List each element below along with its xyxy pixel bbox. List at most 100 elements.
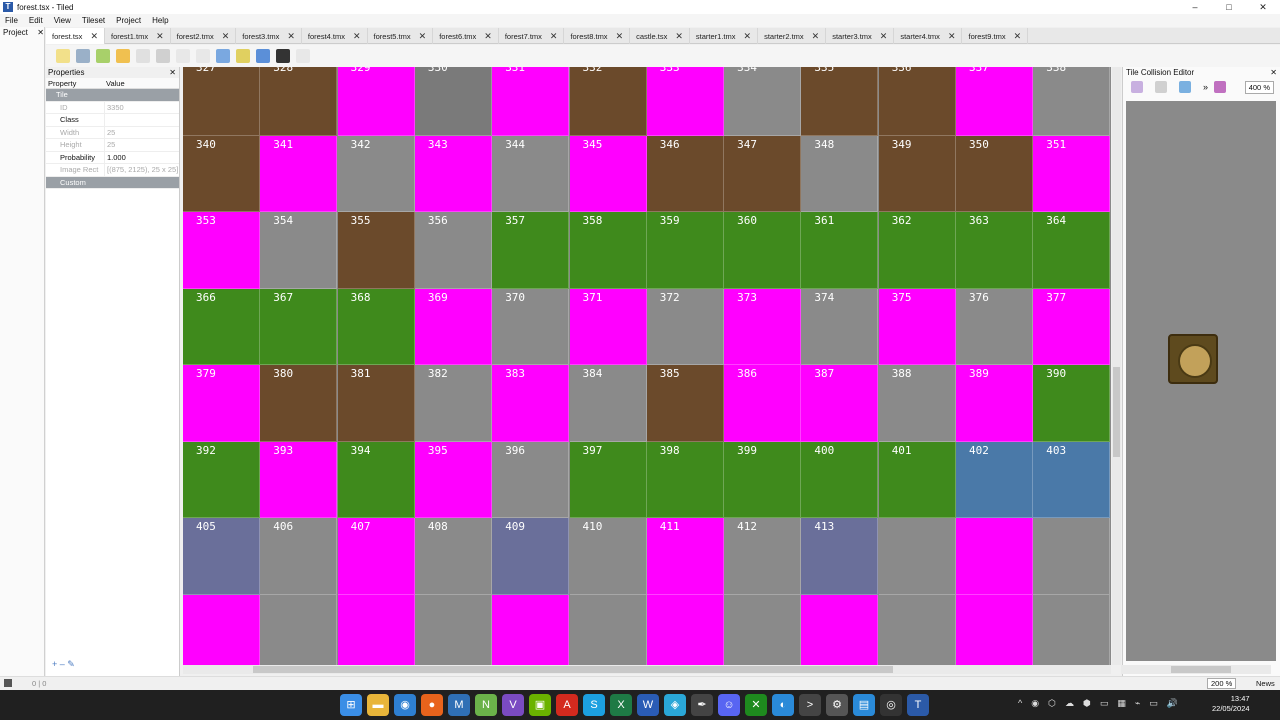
tile[interactable]: 350 bbox=[956, 135, 1033, 212]
new-tileset-icon[interactable] bbox=[56, 49, 70, 63]
tile[interactable]: 337 bbox=[956, 67, 1033, 136]
tile[interactable]: 375 bbox=[878, 288, 956, 365]
tile[interactable]: 390 bbox=[1033, 365, 1111, 442]
tile[interactable] bbox=[646, 594, 724, 665]
rectangle-icon[interactable] bbox=[1179, 81, 1191, 93]
tile[interactable]: 412 bbox=[724, 518, 802, 595]
property-row[interactable]: Width 25 bbox=[46, 126, 179, 139]
collision-canvas[interactable] bbox=[1126, 101, 1276, 661]
tile[interactable]: 364 bbox=[1033, 212, 1111, 289]
tab-close-icon[interactable]: ✕ bbox=[287, 31, 295, 42]
tile[interactable]: 393 bbox=[260, 441, 338, 518]
tile[interactable] bbox=[801, 594, 879, 665]
tab-close-icon[interactable]: ✕ bbox=[419, 31, 427, 42]
collision-horizontal-scrollbar[interactable] bbox=[1121, 665, 1271, 674]
collision-zoom-select[interactable]: 400 % bbox=[1244, 80, 1274, 94]
tile[interactable]: 380 bbox=[260, 365, 338, 442]
tile[interactable]: 409 bbox=[492, 518, 570, 595]
notepadpp-icon[interactable]: N bbox=[475, 694, 497, 716]
tile[interactable]: 408 bbox=[414, 518, 492, 595]
tile[interactable]: 369 bbox=[414, 288, 492, 365]
tile[interactable]: 373 bbox=[724, 288, 802, 365]
tile[interactable]: 376 bbox=[956, 288, 1033, 365]
discord-icon[interactable]: ☺ bbox=[718, 694, 740, 716]
tab-close-icon[interactable]: ✕ bbox=[812, 31, 820, 42]
excel-icon[interactable]: X bbox=[610, 694, 632, 716]
tab-close-icon[interactable]: ✕ bbox=[675, 31, 683, 42]
tile[interactable]: 360 bbox=[724, 212, 802, 289]
tile[interactable] bbox=[956, 518, 1033, 595]
tile[interactable]: 384 bbox=[569, 365, 647, 442]
cmd-icon[interactable]: > bbox=[799, 694, 821, 716]
tray-icon[interactable]: 🔊 bbox=[1167, 698, 1178, 709]
firefox-icon[interactable]: ● bbox=[421, 694, 443, 716]
tile[interactable] bbox=[569, 594, 647, 665]
tab-close-icon[interactable]: ✕ bbox=[353, 31, 361, 42]
layer-icon[interactable] bbox=[1214, 81, 1227, 93]
tile[interactable]: 327 bbox=[183, 67, 260, 136]
tool-icon[interactable]: ✒ bbox=[691, 694, 713, 716]
tile[interactable]: 349 bbox=[878, 135, 956, 212]
tile[interactable]: 342 bbox=[337, 135, 415, 212]
tile[interactable]: 345 bbox=[569, 135, 647, 212]
tileset-view[interactable]: 327 328 329 330 331 332 333 334 335 336 337 338 340 3… bbox=[183, 67, 1111, 665]
more-tools-icon[interactable]: » bbox=[1203, 82, 1208, 92]
property-row[interactable]: Height 25 bbox=[46, 139, 179, 152]
tray-icon[interactable]: ◉ bbox=[1031, 698, 1039, 709]
tab-starter2-tmx[interactable]: starter2.tmx ✕ bbox=[758, 28, 827, 44]
tab-forest-tsx[interactable]: forest.tsx ✕ bbox=[46, 28, 105, 44]
tile[interactable]: 392 bbox=[183, 441, 260, 518]
tile[interactable]: 348 bbox=[801, 135, 879, 212]
minimize-button[interactable]: – bbox=[1178, 0, 1212, 14]
tray-icon[interactable]: ☁ bbox=[1065, 698, 1074, 709]
tile[interactable]: 395 bbox=[414, 441, 492, 518]
menu-help[interactable]: Help bbox=[152, 16, 168, 25]
tile[interactable]: 363 bbox=[956, 212, 1033, 289]
terminal-icon[interactable]: ▣ bbox=[529, 694, 551, 716]
add-property-icon[interactable]: + ‒ ✎ bbox=[46, 659, 180, 669]
dock-close-icon[interactable]: ✕ bbox=[37, 27, 44, 39]
export-icon[interactable] bbox=[96, 49, 110, 63]
tile[interactable] bbox=[260, 594, 338, 665]
mail-icon[interactable]: M bbox=[448, 694, 470, 716]
property-value[interactable]: 1.000 bbox=[104, 151, 179, 163]
tile[interactable]: 410 bbox=[569, 518, 647, 595]
save-icon[interactable] bbox=[76, 49, 90, 63]
tab-starter1-tmx[interactable]: starter1.tmx ✕ bbox=[690, 28, 759, 44]
tab-close-icon[interactable]: ✕ bbox=[550, 31, 558, 42]
tile[interactable]: 361 bbox=[801, 212, 879, 289]
tray-icon[interactable]: ⬡ bbox=[1048, 698, 1056, 709]
tile[interactable]: 411 bbox=[646, 518, 724, 595]
undo-icon[interactable] bbox=[116, 49, 130, 63]
tab-close-icon[interactable]: ✕ bbox=[616, 31, 624, 42]
tile[interactable]: 385 bbox=[646, 365, 724, 442]
tile[interactable]: 346 bbox=[646, 135, 724, 212]
maximize-button[interactable]: □ bbox=[1212, 0, 1246, 14]
tab-close-icon[interactable]: ✕ bbox=[90, 31, 98, 42]
horizontal-scrollbar[interactable] bbox=[183, 665, 1111, 674]
tile[interactable]: 333 bbox=[646, 67, 724, 136]
edge-icon[interactable]: ◉ bbox=[394, 694, 416, 716]
tile[interactable]: 397 bbox=[569, 441, 647, 518]
tile[interactable]: 367 bbox=[260, 288, 338, 365]
tile[interactable]: 329 bbox=[337, 67, 415, 136]
tile[interactable]: 335 bbox=[801, 67, 879, 136]
tile[interactable]: 358 bbox=[569, 212, 647, 289]
tile[interactable]: 371 bbox=[569, 288, 647, 365]
add-tile-icon[interactable] bbox=[176, 49, 190, 63]
dock-close-icon[interactable]: ✕ bbox=[169, 67, 176, 78]
tile[interactable]: 374 bbox=[801, 288, 879, 365]
edit-polygon-icon[interactable] bbox=[1155, 81, 1167, 93]
tab-starter4-tmx[interactable]: starter4.tmx ✕ bbox=[894, 28, 963, 44]
property-row[interactable]: Probability 1.000 bbox=[46, 151, 179, 164]
tile[interactable]: 387 bbox=[801, 365, 879, 442]
tile[interactable] bbox=[724, 594, 802, 665]
tile[interactable]: 332 bbox=[569, 67, 647, 136]
tab-close-icon[interactable]: ✕ bbox=[484, 31, 492, 42]
tile[interactable]: 340 bbox=[183, 135, 260, 212]
tile[interactable]: 381 bbox=[337, 365, 415, 442]
tile[interactable] bbox=[414, 594, 492, 665]
tile[interactable] bbox=[878, 594, 956, 665]
obs-icon[interactable]: ◎ bbox=[880, 694, 902, 716]
tile[interactable]: 366 bbox=[183, 288, 260, 365]
